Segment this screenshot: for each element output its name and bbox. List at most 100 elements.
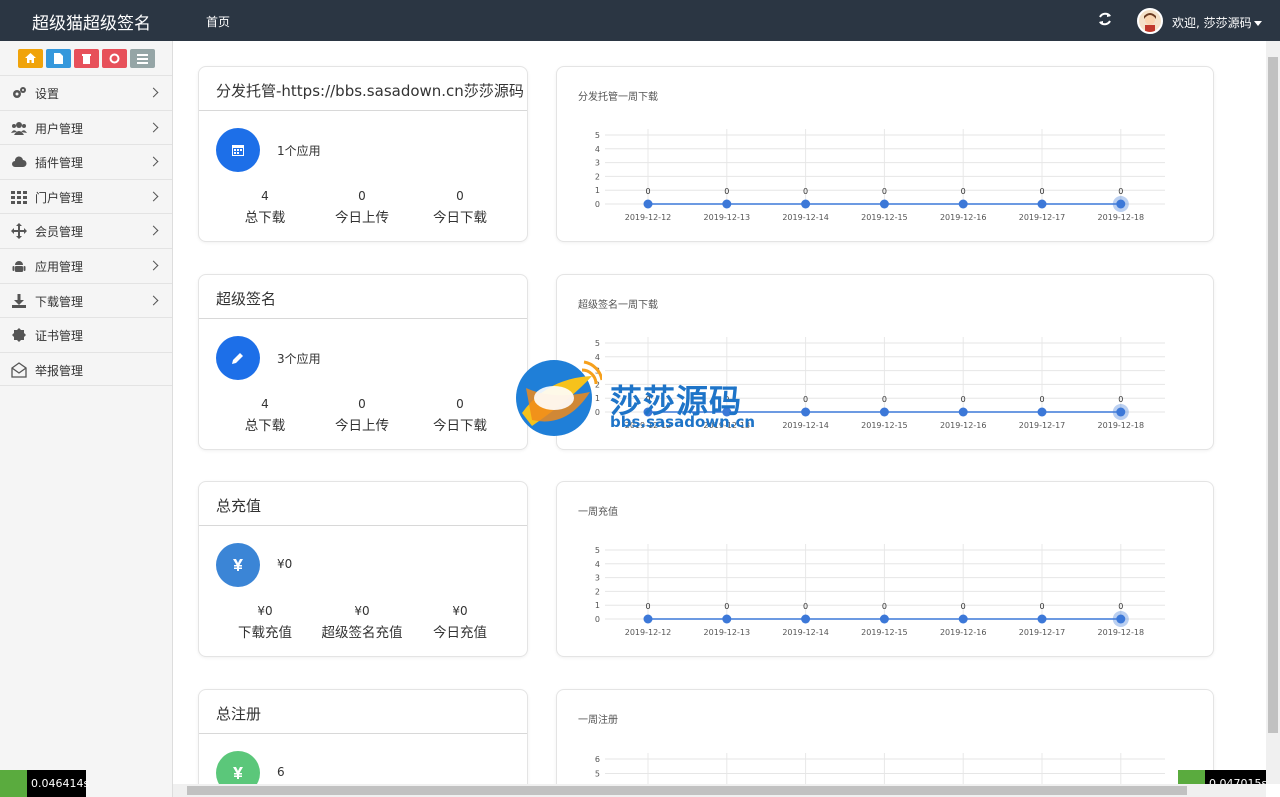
refresh-icon[interactable] xyxy=(1097,11,1113,27)
chevron-right-icon xyxy=(148,260,159,271)
x-tick-label: 2019-12-17 xyxy=(1019,421,1066,430)
stat-today-downloads: 0 今日下载 xyxy=(410,189,510,226)
calendar-badge xyxy=(216,128,260,172)
trash-button[interactable] xyxy=(74,49,99,68)
pencil-icon xyxy=(232,353,243,364)
stat-today-uploads: 0 今日上传 xyxy=(312,189,412,226)
x-tick-label: 2019-12-16 xyxy=(940,421,987,430)
file-button[interactable] xyxy=(46,49,71,68)
stat-value: ¥0 xyxy=(452,604,468,618)
data-point xyxy=(958,614,968,624)
y-tick-label: 3 xyxy=(595,574,600,583)
x-tick-label: 2019-12-16 xyxy=(940,628,987,637)
sidebar-item-members[interactable]: 会员管理 xyxy=(0,213,172,248)
data-point xyxy=(801,614,811,624)
chevron-right-icon xyxy=(148,156,159,167)
stat-value: 0 xyxy=(456,397,464,411)
horizontal-scroll-thumb[interactable] xyxy=(187,786,1187,795)
data-label: 0 xyxy=(882,602,887,611)
sidebar-item-label: 举报管理 xyxy=(35,363,84,378)
horizontal-scrollbar[interactable] xyxy=(173,784,1266,797)
list-button[interactable] xyxy=(130,49,155,68)
sidebar-item-apps[interactable]: 应用管理 xyxy=(0,247,172,283)
stat-label: 今日下载 xyxy=(433,210,487,226)
chart-card-distribution: 分发托管一周下载 0 1 2 3 4 5 0 2019-12-12 0 2019-12-13 0 20… xyxy=(556,66,1214,242)
download-icon xyxy=(12,293,26,308)
x-tick-label: 2019-12-16 xyxy=(940,213,987,222)
data-label: 0 xyxy=(724,602,729,611)
sidebar-item-plugins[interactable]: 插件管理 xyxy=(0,144,172,179)
x-tick-label: 2019-12-18 xyxy=(1098,628,1145,637)
data-point xyxy=(1037,407,1047,417)
brand-title[interactable]: 超级猫超级签名 xyxy=(32,9,151,34)
sidebar: 设置 用户管理 插件管理 门户管理 会员管理 应用管理 下载管理 证书管理 举报… xyxy=(0,41,173,797)
data-label: 0 xyxy=(724,187,729,196)
data-point xyxy=(801,407,811,417)
timing-badge-left: 0.046414s xyxy=(0,770,89,797)
watermark: 莎莎源码 bbs.sasadown.cn xyxy=(512,358,782,440)
data-point xyxy=(1116,407,1126,417)
sidebar-item-certificates[interactable]: 证书管理 xyxy=(0,317,172,352)
y-tick-label: 5 xyxy=(595,339,600,348)
sidebar-item-label: 会员管理 xyxy=(35,225,84,240)
y-tick-label: 3 xyxy=(595,159,600,168)
user-menu[interactable]: 欢迎, 莎莎源码 xyxy=(1172,14,1262,31)
card-header: 分发托管-https://bbs.sasadown.cn莎莎源码 xyxy=(199,67,527,111)
line-chart-recharge: 0 1 2 3 4 5 0 2019-12-12 0 2019-12-13 0 2019-12-14 0… xyxy=(595,544,1165,637)
data-point xyxy=(722,614,732,624)
leaf-logo-icon xyxy=(0,770,27,797)
nav-home-link[interactable]: 首页 xyxy=(206,13,230,30)
vertical-scrollbar[interactable] xyxy=(1266,41,1280,784)
card-title: 超级签名 xyxy=(216,290,277,308)
x-tick-label: 2019-12-12 xyxy=(625,628,672,637)
data-point xyxy=(801,199,811,209)
pencil-badge xyxy=(216,336,260,380)
home-button[interactable] xyxy=(18,49,43,68)
app-count: 3个应用 xyxy=(277,352,321,366)
card-header: 超级签名 xyxy=(199,275,527,319)
chart-card-recharge: 一周充值 0 1 2 3 4 5 0 2019-12-12 0 2019-12-13 0 2019-1… xyxy=(556,481,1214,657)
sidebar-item-portal[interactable]: 门户管理 xyxy=(0,178,172,214)
avatar[interactable] xyxy=(1137,8,1163,34)
stat-total-downloads: 4 总下载 xyxy=(215,189,315,226)
stat-label: 今日上传 xyxy=(335,418,389,434)
recharge-card: 总充值 ¥0 ¥0 下载充值 ¥0 超级签名充值 ¥0 今日充值 xyxy=(198,481,528,657)
y-tick-label: 5 xyxy=(595,770,600,779)
chevron-right-icon xyxy=(148,191,159,202)
x-tick-label: 2019-12-12 xyxy=(625,213,672,222)
data-label: 0 xyxy=(961,187,966,196)
stat-label: 今日上传 xyxy=(335,210,389,226)
sidebar-item-downloads[interactable]: 下载管理 xyxy=(0,282,172,318)
sidebar-item-users[interactable]: 用户管理 xyxy=(0,109,172,145)
recycle-icon xyxy=(109,53,120,64)
sidebar-item-reports[interactable]: 举报管理 xyxy=(0,351,172,387)
data-point xyxy=(879,407,889,417)
register-total: 6 xyxy=(277,765,285,779)
file-icon xyxy=(54,53,63,64)
y-tick-label: 0 xyxy=(595,615,600,624)
y-tick-label: 5 xyxy=(595,546,600,555)
chevron-right-icon xyxy=(148,225,159,236)
stat-label: 今日充值 xyxy=(433,625,487,641)
sidebar-item-settings[interactable]: 设置 xyxy=(0,75,172,110)
super-sign-card: 超级签名 3个应用 4 总下载 0 今日上传 0 今日下载 xyxy=(198,274,528,450)
sidebar-item-label: 插件管理 xyxy=(35,156,84,171)
recycle-button[interactable] xyxy=(102,49,127,68)
vertical-scroll-thumb[interactable] xyxy=(1268,57,1278,733)
distribution-card: 分发托管-https://bbs.sasadown.cn莎莎源码 1个应用 4 总… xyxy=(198,66,528,242)
sidebar-item-label: 应用管理 xyxy=(35,259,84,274)
stat-value: ¥0 xyxy=(257,604,273,618)
envelope-icon xyxy=(11,361,27,378)
top-navbar: 超级猫超级签名 首页 欢迎, 莎莎源码 xyxy=(0,0,1280,41)
data-label: 0 xyxy=(803,395,808,404)
data-label: 0 xyxy=(961,395,966,404)
card-title: 总充值 xyxy=(216,497,262,515)
chevron-right-icon xyxy=(148,87,159,98)
sidebar-menu: 设置 用户管理 插件管理 门户管理 会员管理 应用管理 下载管理 证书管理 举报… xyxy=(0,75,172,387)
stat-value: ¥0 xyxy=(354,604,370,618)
cloud-icon xyxy=(12,156,27,168)
x-tick-label: 2019-12-17 xyxy=(1019,628,1066,637)
home-icon xyxy=(25,53,36,63)
card-header: 总注册 xyxy=(199,690,527,734)
watermark-subtitle: bbs.sasadown.cn xyxy=(610,413,756,431)
